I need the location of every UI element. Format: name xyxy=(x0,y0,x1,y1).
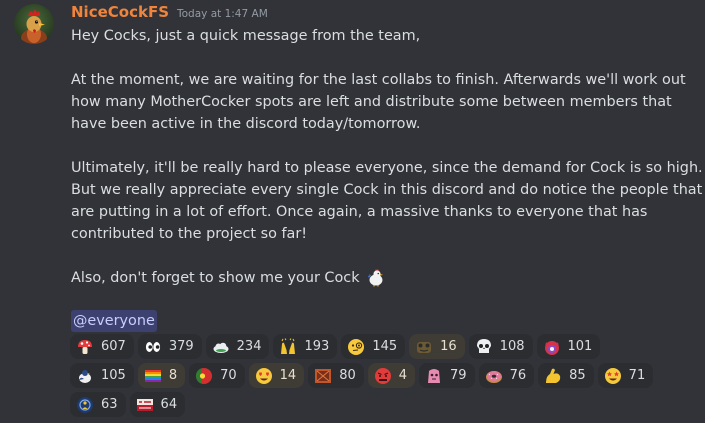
reactions-bar: 607 379 234 193 145 16 108 101 105 8 70 … xyxy=(70,334,695,421)
reaction-count: 79 xyxy=(450,368,467,383)
text-line: At the moment, we are waiting for the la… xyxy=(71,72,686,88)
reaction-custom-frame[interactable]: 80 xyxy=(308,363,364,388)
skull-icon xyxy=(475,338,493,356)
reaction-count: 16 xyxy=(440,339,457,354)
reaction-cloud[interactable]: 234 xyxy=(205,334,270,359)
text-line: contributed to the project so far! xyxy=(71,226,308,242)
text-line: Ultimately, it'll be really hard to plea… xyxy=(71,160,703,176)
rooster-icon xyxy=(14,4,54,44)
reaction-custom-bird[interactable]: 105 xyxy=(70,363,134,388)
reaction-count: 607 xyxy=(101,339,126,354)
reaction-angry-face[interactable]: 4 xyxy=(367,363,416,388)
reaction-count: 70 xyxy=(220,368,237,383)
reaction-count: 80 xyxy=(339,368,356,383)
reaction-count: 108 xyxy=(499,339,525,354)
chat-message: NiceCockFS Today at 1:47 AM Hey Cocks, j… xyxy=(0,0,705,423)
text-line: But we really appreciate every single Co… xyxy=(71,182,703,198)
reaction-custom-blue[interactable]: 63 xyxy=(70,392,126,417)
reaction-count: 234 xyxy=(236,339,262,354)
reaction-custom-banner[interactable]: 64 xyxy=(129,392,186,417)
timestamp[interactable]: Today at 1:47 AM xyxy=(177,8,268,20)
devil-icon xyxy=(543,338,561,356)
donut-icon xyxy=(485,367,503,385)
paragraph: Ultimately, it'll be really hard to plea… xyxy=(71,157,703,245)
reaction-monocle-face[interactable]: 145 xyxy=(341,334,406,359)
text-line: are putting in a lot of effort. Once aga… xyxy=(71,204,648,220)
text-line: how many MotherCocker spots are left and… xyxy=(71,94,672,110)
reaction-rainbow-flag[interactable]: 8 xyxy=(137,363,186,388)
star-struck-icon xyxy=(604,367,622,385)
reaction-count: 64 xyxy=(160,397,178,412)
reaction-raised-hands[interactable]: 193 xyxy=(273,334,338,359)
paragraph: Hey Cocks, just a quick message from the… xyxy=(71,25,696,47)
custom-bird-icon xyxy=(76,367,94,385)
rooster-emoji-icon[interactable] xyxy=(366,267,386,287)
custom-frog-icon xyxy=(415,338,433,356)
custom-blue-icon xyxy=(76,396,94,414)
reaction-count: 14 xyxy=(279,368,297,383)
text-line: Hey Cocks, just a quick message from the… xyxy=(71,28,421,44)
everyone-mention[interactable]: @everyone xyxy=(71,310,157,332)
reaction-count: 76 xyxy=(509,368,527,383)
cloud-icon xyxy=(212,338,230,356)
reaction-mushroom[interactable]: 607 xyxy=(70,334,134,359)
custom-frame-icon xyxy=(314,367,332,385)
portugal-flag-icon xyxy=(195,367,213,385)
eyes-icon xyxy=(144,338,162,356)
reaction-heart-eyes[interactable]: 14 xyxy=(248,363,305,388)
reaction-devil[interactable]: 101 xyxy=(536,334,601,359)
reaction-count: 193 xyxy=(304,339,330,354)
reaction-count: 145 xyxy=(372,339,398,354)
reaction-count: 101 xyxy=(567,339,593,354)
closing-text: Also, don't forget to show me your Cock xyxy=(71,270,360,286)
reaction-count: 71 xyxy=(628,368,646,383)
rainbow-flag-icon xyxy=(144,367,162,385)
reaction-count: 379 xyxy=(168,339,194,354)
reaction-custom-pink[interactable]: 79 xyxy=(419,363,475,388)
text-line: have been active in the discord today/to… xyxy=(71,116,421,132)
message-content: Hey Cocks, just a quick message from the… xyxy=(71,25,703,289)
monocle-face-icon xyxy=(347,338,365,356)
reaction-count: 105 xyxy=(101,368,126,383)
mention-line: @everyone xyxy=(71,310,157,332)
heart-eyes-icon xyxy=(255,367,273,385)
reaction-star-struck[interactable]: 71 xyxy=(597,363,654,388)
reaction-count: 63 xyxy=(101,397,118,412)
reaction-row: 105 8 70 14 80 4 79 76 85 71 xyxy=(70,363,695,388)
message-header: NiceCockFS Today at 1:47 AM xyxy=(71,3,268,25)
custom-banner-icon xyxy=(136,396,154,414)
reaction-donut[interactable]: 76 xyxy=(478,363,535,388)
flexed-biceps-icon xyxy=(544,367,562,385)
reaction-custom-frog[interactable]: 16 xyxy=(409,334,465,359)
reaction-count: 85 xyxy=(569,368,586,383)
user-avatar[interactable] xyxy=(14,4,54,44)
mushroom-icon xyxy=(76,338,94,356)
reaction-flexed-biceps[interactable]: 85 xyxy=(538,363,594,388)
reaction-skull[interactable]: 108 xyxy=(468,334,533,359)
reaction-eyes[interactable]: 379 xyxy=(137,334,202,359)
reaction-row: 63 64 xyxy=(70,392,695,417)
custom-pink-icon xyxy=(425,367,443,385)
angry-face-icon xyxy=(374,367,392,385)
username[interactable]: NiceCockFS xyxy=(71,3,169,21)
reaction-count: 8 xyxy=(168,368,178,383)
reaction-portugal-flag[interactable]: 70 xyxy=(189,363,245,388)
reaction-count: 4 xyxy=(398,368,408,383)
paragraph: Also, don't forget to show me your Cock xyxy=(71,267,696,289)
reaction-row: 607 379 234 193 145 16 108 101 xyxy=(70,334,695,359)
raised-hands-icon xyxy=(279,337,297,356)
paragraph: At the moment, we are waiting for the la… xyxy=(71,69,696,135)
